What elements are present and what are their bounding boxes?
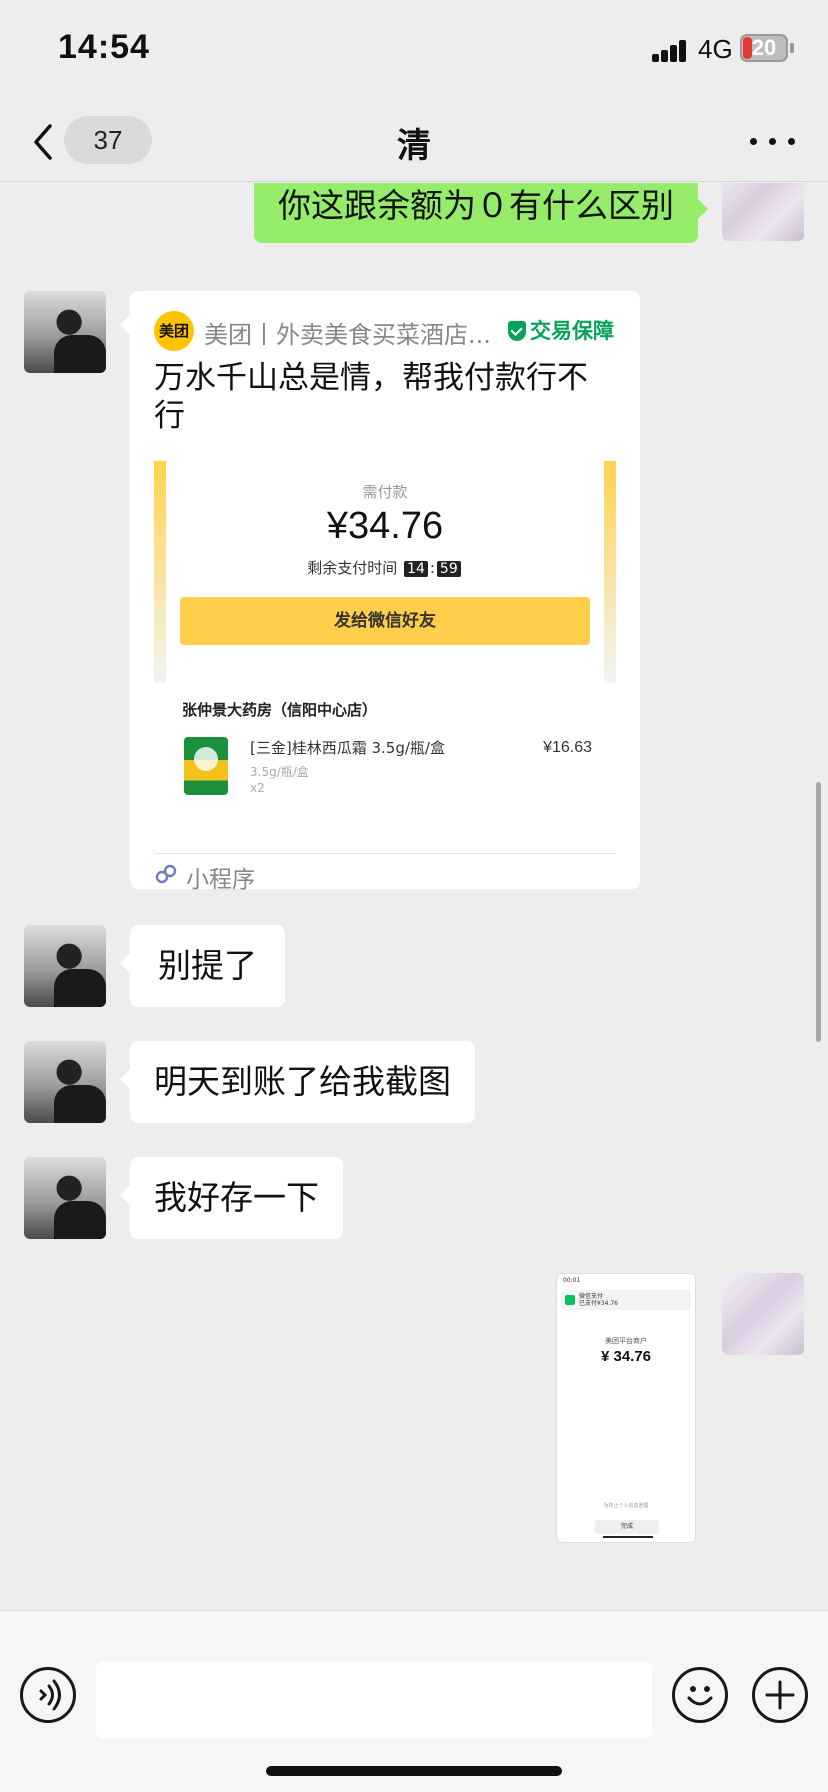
transaction-guarantee: 交易保障: [508, 315, 614, 345]
cellular-signal-icon: [652, 40, 688, 62]
product-quantity: x2: [250, 781, 265, 795]
pay-timer: 剩余支付时间 14:59: [154, 557, 616, 578]
store-name: 张仲景大药房（信阳中心店）: [182, 701, 378, 719]
input-bar: [0, 1610, 828, 1792]
image-notification: 微信支付 已支付¥34.76: [561, 1290, 691, 1310]
plus-button[interactable]: [752, 1667, 808, 1723]
voice-icon: [39, 1679, 61, 1711]
more-dot: [788, 138, 795, 145]
message-text: 别提了: [158, 946, 257, 985]
mini-program-name: 美团丨外卖美食买菜酒店...: [204, 321, 491, 349]
more-dot: [769, 138, 776, 145]
emoji-icon: [687, 1686, 713, 1706]
image-notify-body: 已支付¥34.76: [579, 1300, 618, 1307]
screenshot-image-message[interactable]: 00:01 微信支付 已支付¥34.76 美团平台商户 ¥ 34.76 为防止个人…: [556, 1273, 696, 1543]
bubble-tail: [120, 315, 130, 335]
message-text: 我好存一下: [154, 1178, 319, 1217]
message-text: 你这跟余额为０有什么区别: [278, 186, 674, 225]
my-message-bubble[interactable]: 你这跟余额为０有什么区别: [254, 183, 698, 243]
product-price: ¥16.63: [543, 739, 592, 756]
status-bar: 14:54 4G 20: [0, 0, 828, 100]
home-indicator: [266, 1766, 562, 1776]
network-type: 4G: [698, 34, 733, 64]
payment-preview: 需付款 ¥34.76 剩余支付时间 14:59 发给微信好友 张仲景大药房（信阳…: [154, 461, 616, 841]
chat-scrollbar[interactable]: [816, 782, 821, 1042]
friend-avatar[interactable]: [24, 291, 106, 373]
mini-program-card[interactable]: 美团 美团丨外卖美食买菜酒店... 交易保障 万水千山总是情，帮我付款行不行 需…: [130, 291, 640, 893]
friend-avatar[interactable]: [24, 1157, 106, 1239]
friend-avatar[interactable]: [24, 1041, 106, 1123]
image-status-time: 00:01: [563, 1277, 581, 1284]
pay-label: 需付款: [362, 483, 408, 501]
message-input[interactable]: [96, 1661, 652, 1739]
image-amount: ¥ 34.76: [600, 1348, 652, 1365]
more-button[interactable]: [748, 120, 798, 160]
image-notify-title: 微信支付: [579, 1293, 604, 1300]
timer-label: 剩余支付时间: [307, 559, 398, 577]
timer-separator: :: [429, 559, 435, 577]
bubble-tail: [120, 1185, 130, 1205]
product-name: [三金]桂林西瓜霜 3.5g/瓶/盒: [250, 739, 445, 757]
timer-minutes: 14: [404, 561, 428, 577]
battery-icon: 20: [740, 34, 788, 62]
plus-icon: [765, 1680, 795, 1710]
mini-program-title: 万水千山总是情，帮我付款行不行: [154, 360, 588, 434]
bubble-tail: [120, 1069, 130, 1089]
friend-message-bubble[interactable]: 我好存一下: [130, 1157, 343, 1239]
status-time: 14:54: [58, 28, 150, 66]
emoji-button[interactable]: [672, 1667, 728, 1723]
chat-message-list[interactable]: 你这跟余额为０有什么区别 美团 美团丨外卖美食买菜酒店... 交易保障 万水千山…: [0, 183, 828, 1610]
chevron-left-icon: [34, 124, 52, 160]
back-button[interactable]: 37: [26, 114, 156, 168]
mini-program-label: 小程序: [186, 867, 255, 893]
meituan-logo: 美团: [154, 311, 194, 351]
friend-message-bubble[interactable]: 别提了: [130, 925, 285, 1007]
friend-message-bubble[interactable]: 明天到账了给我截图: [130, 1041, 475, 1123]
image-home-bar: [603, 1536, 653, 1538]
my-avatar[interactable]: [722, 1273, 804, 1355]
friend-avatar[interactable]: [24, 925, 106, 1007]
mini-program-footer: 小程序: [154, 853, 616, 893]
chat-header: 37 清: [0, 100, 828, 182]
guarantee-label: 交易保障: [530, 319, 614, 343]
bubble-tail: [120, 953, 130, 973]
more-dot: [750, 138, 757, 145]
mini-program-icon: [155, 864, 177, 884]
bubble-tail: [698, 199, 708, 219]
image-merchant: 美团平台商户: [605, 1337, 647, 1345]
payment-panel: 需付款 ¥34.76 剩余支付时间 14:59 发给微信好友: [154, 461, 616, 683]
voice-button[interactable]: [20, 1667, 76, 1723]
shield-check-icon: [508, 321, 526, 341]
my-avatar[interactable]: [722, 183, 804, 241]
message-text: 明天到账了给我截图: [154, 1062, 451, 1101]
send-to-friend-button: 发给微信好友: [180, 597, 590, 645]
image-done-button: 完成: [595, 1520, 659, 1534]
product-image: [184, 737, 228, 795]
product-spec: 3.5g/瓶/盒: [250, 765, 309, 779]
image-note: 为防止个人信息泄露: [603, 1503, 649, 1509]
pay-amount: ¥34.76: [326, 505, 444, 547]
timer-seconds: 59: [436, 561, 461, 577]
battery-percent: 20: [751, 35, 777, 60]
image-notification-text: 微信支付 已支付¥34.76: [579, 1293, 618, 1307]
battery-tip: [790, 43, 794, 53]
unread-count-badge: 37: [64, 116, 152, 164]
